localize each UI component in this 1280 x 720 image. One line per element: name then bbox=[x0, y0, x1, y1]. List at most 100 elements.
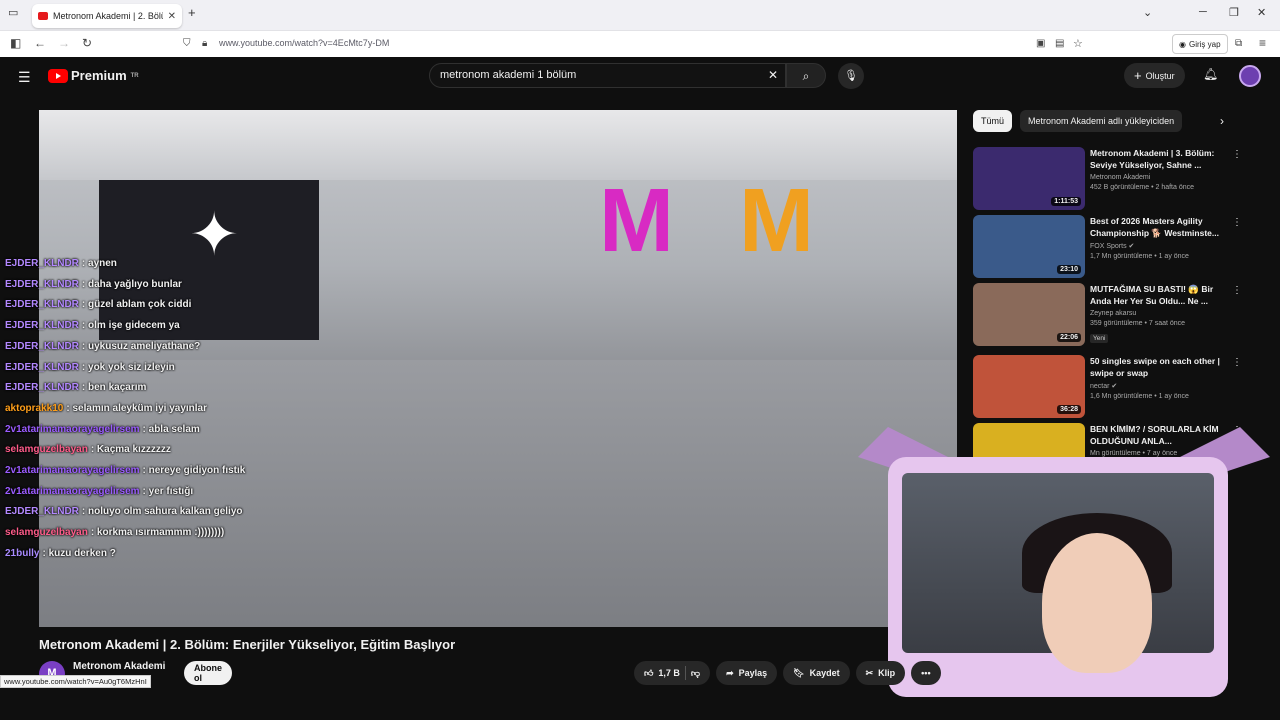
chat-username: EJDER_KLNDR bbox=[5, 278, 79, 290]
close-window-icon[interactable]: ✕ bbox=[1257, 6, 1266, 19]
filter-chip[interactable]: Tümü bbox=[973, 110, 1013, 132]
recommendation-item[interactable]: 1:11:53 Metronom Akademi | 3. Bölüm: Sevi… bbox=[973, 147, 1243, 211]
recommendation-item[interactable]: 36:28 50 singles swipe on each other | sw… bbox=[973, 355, 1243, 419]
kebab-menu-icon[interactable]: ⋮ bbox=[1232, 357, 1242, 368]
chevron-right-icon[interactable]: › bbox=[1220, 114, 1224, 128]
save-label: Kaydet bbox=[809, 668, 840, 678]
chat-message: EJDER_KLNDR: yok yok siz izleyin bbox=[5, 358, 425, 379]
more-actions-button[interactable]: ••• bbox=[911, 661, 941, 685]
like-dislike-button[interactable]: 👍︎ 1,7 B 👎︎ bbox=[634, 661, 711, 685]
orange-m-decoration: M bbox=[739, 171, 814, 271]
recommendation-channel[interactable]: Zeynep akarsu bbox=[1090, 310, 1230, 317]
studio-ceiling bbox=[39, 110, 957, 180]
chat-message: EJDER_KLNDR: ben kaçarım bbox=[5, 378, 425, 399]
kebab-menu-icon[interactable]: ⋮ bbox=[1232, 149, 1242, 160]
filter-chip[interactable]: Metronom Akademi adlı yükleyiciden bbox=[1020, 110, 1183, 132]
chat-username: EJDER_KLNDR bbox=[5, 361, 79, 373]
duration-badge: 36:28 bbox=[1057, 405, 1081, 414]
thumb-down-icon[interactable]: 👎︎ bbox=[691, 668, 700, 679]
voice-search-button[interactable]: 🎙︎ bbox=[838, 63, 864, 89]
duration-badge: 23:10 bbox=[1057, 265, 1081, 274]
streamer-face bbox=[1042, 533, 1152, 673]
recommendation-meta: 359 görüntüleme • 7 saat önce bbox=[1090, 320, 1186, 327]
chat-message: EJDER_KLNDR: aynen bbox=[5, 254, 425, 275]
menu-icon[interactable]: ≡ bbox=[1259, 36, 1266, 50]
tab-list-icon[interactable]: ▭ bbox=[8, 6, 18, 19]
recommendation-title[interactable]: MUTFAĞIMA SU BASTI! 😱 Bir Anda Her Yer S… bbox=[1090, 283, 1230, 307]
recommendation-title[interactable]: Best of 2026 Masters Agility Championshi… bbox=[1090, 215, 1230, 239]
share-button[interactable]: ➦ Paylaş bbox=[716, 661, 778, 685]
video-thumbnail[interactable]: 22:06 bbox=[973, 283, 1085, 346]
chat-username: EJDER_KLNDR bbox=[5, 382, 79, 394]
close-tab-icon[interactable]: ✕ bbox=[168, 11, 176, 22]
back-icon[interactable]: ← bbox=[34, 36, 46, 50]
sign-in-button[interactable]: ◉ Giriş yap bbox=[1172, 34, 1228, 54]
youtube-play-icon bbox=[48, 68, 68, 83]
new-badge: Yeni bbox=[1090, 334, 1109, 343]
url-bar[interactable]: www.youtube.com/watch?v=4EcMtc7y-DM bbox=[219, 38, 389, 48]
chat-text: yok yok siz izleyin bbox=[88, 361, 175, 373]
divider bbox=[684, 666, 686, 680]
browser-tab[interactable]: Metronom Akademi | 2. Bölüm ✕ bbox=[32, 4, 182, 28]
channel-name[interactable]: Metronom Akademi bbox=[73, 661, 165, 672]
chat-message: EJDER_KLNDR: olm işe gidecem ya bbox=[5, 316, 425, 337]
chat-username: EJDER_KLNDR bbox=[5, 340, 79, 352]
stream-chat-overlay: EJDER_KLNDR: aynen EJDER_KLNDR: daha yağl… bbox=[5, 254, 425, 565]
lock-icon[interactable]: 🔒︎ bbox=[202, 38, 207, 49]
video-thumbnail[interactable]: 36:28 bbox=[973, 355, 1085, 418]
bell-icon[interactable]: 🔔︎ bbox=[1203, 67, 1218, 81]
chat-message: 2v1atarimamaorayagelirsem: nereye gidiyo… bbox=[5, 461, 425, 482]
search-input[interactable]: metronom akademi 1 bölüm bbox=[429, 63, 786, 88]
guide-menu-icon[interactable]: ☰ bbox=[18, 69, 31, 86]
kebab-menu-icon[interactable]: ⋮ bbox=[1232, 217, 1242, 228]
picture-in-picture-icon[interactable]: ▣ bbox=[1036, 38, 1045, 49]
chat-text: uykusuz ameliyathane? bbox=[88, 340, 201, 352]
recommendation-title[interactable]: Metronom Akademi | 3. Bölüm: Seviye Yüks… bbox=[1090, 147, 1230, 171]
recommendation-channel[interactable]: Metronom Akademi bbox=[1090, 174, 1230, 181]
recommendation-info: MUTFAĞIMA SU BASTI! 😱 Bir Anda Her Yer S… bbox=[1090, 283, 1230, 345]
subscribe-button[interactable]: Abone ol bbox=[184, 661, 232, 685]
recommendation-title[interactable]: 50 singles swipe on each other | swipe o… bbox=[1090, 355, 1230, 379]
reload-icon[interactable]: ↻ bbox=[82, 36, 92, 50]
chat-text: olm işe gidecem ya bbox=[88, 320, 180, 332]
chat-username: EJDER_KLNDR bbox=[5, 299, 79, 311]
account-icon: ◉ bbox=[1179, 39, 1186, 49]
chat-message: selamguzelbayan: korkma ısırmammm :)))))… bbox=[5, 523, 425, 544]
clear-search-icon[interactable]: ✕ bbox=[768, 68, 778, 82]
forward-icon[interactable]: → bbox=[58, 36, 70, 50]
chat-username: 21bully bbox=[5, 547, 40, 559]
video-thumbnail[interactable]: 1:11:53 bbox=[973, 147, 1085, 210]
chat-message: 2v1atarimamaorayagelirsem: abla selam bbox=[5, 420, 425, 441]
clip-button[interactable]: ✂ Klip bbox=[855, 661, 906, 685]
youtube-favicon-icon bbox=[38, 12, 48, 20]
masthead: ☰ Premium TR metronom akademi 1 bölüm ✕ … bbox=[0, 57, 1280, 95]
avatar[interactable] bbox=[1239, 65, 1261, 87]
new-tab-button[interactable]: + bbox=[188, 5, 196, 20]
create-label: Oluştur bbox=[1145, 70, 1175, 81]
recommendation-item[interactable]: 23:10 Best of 2026 Masters Agility Champi… bbox=[973, 215, 1243, 279]
chat-text: noluyo olm sahura kalkan geliyo bbox=[88, 506, 243, 518]
extensions-icon[interactable]: ⧉ bbox=[1235, 38, 1242, 49]
scissors-icon: ✂ bbox=[865, 667, 874, 678]
sidebar-toggle-icon[interactable]: ◧ bbox=[10, 36, 21, 50]
video-actions: 👍︎ 1,7 B 👎︎ ➦ Paylaş 🔖︎ Kaydet ✂ Klip ••… bbox=[634, 661, 941, 685]
bookmark-star-icon[interactable]: ☆ bbox=[1073, 37, 1083, 50]
shield-icon[interactable]: ⛉ bbox=[183, 38, 191, 49]
kebab-menu-icon[interactable]: ⋮ bbox=[1232, 285, 1242, 296]
logo-text: Premium bbox=[71, 68, 127, 83]
save-button[interactable]: 🔖︎ Kaydet bbox=[783, 661, 850, 685]
search-button[interactable]: ⌕ bbox=[786, 63, 826, 88]
thumb-up-icon[interactable]: 👍︎ bbox=[644, 668, 653, 679]
youtube-premium-logo[interactable]: Premium TR bbox=[48, 68, 139, 83]
recommendation-channel[interactable]: FOX Sports ✔ bbox=[1090, 242, 1230, 250]
video-thumbnail[interactable]: 23:10 bbox=[973, 215, 1085, 278]
chat-message: 21bully: kuzu derken ? bbox=[5, 544, 425, 565]
reader-view-icon[interactable]: ▤ bbox=[1055, 38, 1064, 49]
chat-username: EJDER_KLNDR bbox=[5, 506, 79, 518]
recommendation-channel[interactable]: nectar ✔ bbox=[1090, 382, 1230, 390]
maximize-icon[interactable]: ❐ bbox=[1229, 6, 1239, 19]
recommendation-item[interactable]: 22:06 MUTFAĞIMA SU BASTI! 😱 Bir Anda Her … bbox=[973, 283, 1243, 347]
tab-dropdown-icon[interactable]: ⌄ bbox=[1143, 6, 1152, 19]
create-button[interactable]: + Oluştur bbox=[1124, 63, 1185, 88]
minimize-icon[interactable]: ─ bbox=[1199, 6, 1207, 18]
